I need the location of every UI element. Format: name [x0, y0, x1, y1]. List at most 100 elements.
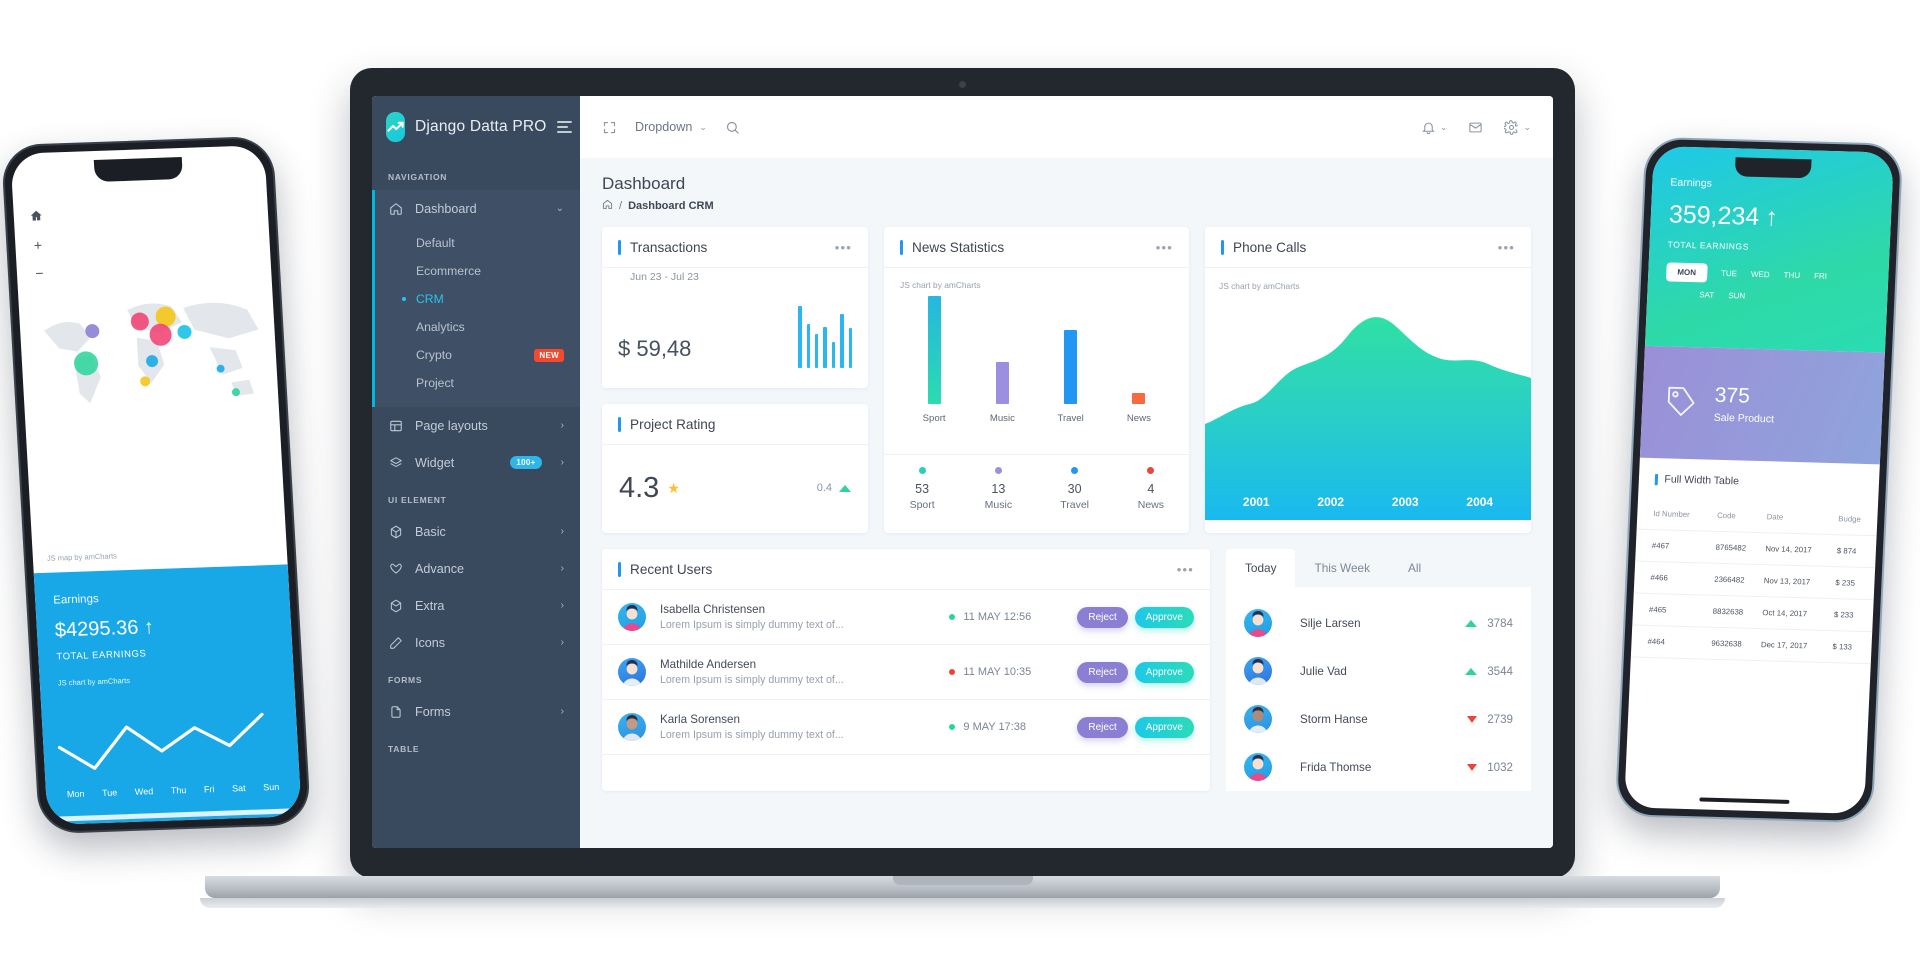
sidebar-item-basic[interactable]: Basic › [372, 513, 580, 550]
sidebar-item-page-layouts[interactable]: Page layouts › [372, 407, 580, 444]
tab-all[interactable]: All [1389, 549, 1440, 587]
row-actions: Reject Approve [1077, 716, 1194, 738]
layers-icon [388, 455, 403, 470]
settings-button[interactable]: ⌄ [1504, 119, 1531, 135]
table-row[interactable]: Karla Sorensen Lorem Ipsum is simply dum… [602, 700, 1210, 755]
day-chip-mon[interactable]: MON [1665, 262, 1708, 283]
list-item[interactable]: Frida Thomse 1032 [1226, 743, 1531, 791]
chevron-right-icon: › [560, 706, 564, 717]
legend-dot-music [994, 467, 1002, 474]
home-icon [388, 201, 403, 216]
more-icon[interactable]: ••• [1156, 241, 1173, 254]
approve-button[interactable]: Approve [1134, 661, 1194, 683]
more-icon[interactable]: ••• [835, 241, 852, 254]
day-chip-tue[interactable]: TUE [1721, 269, 1737, 278]
reject-button[interactable]: Reject [1077, 661, 1128, 683]
row-actions: Reject Approve [1077, 661, 1194, 683]
project-rating-header: Project Rating [602, 404, 868, 445]
transactions-amount: $ 59,48 [618, 336, 692, 361]
sidebar-item-label: Advance [415, 561, 465, 576]
sidebar-subitem-label: Ecommerce [416, 264, 482, 278]
earnings-amount: $4295.36 ↑ [54, 612, 273, 643]
sidebar-subitem-ecommerce[interactable]: Ecommerce [375, 257, 580, 285]
map-home-icon[interactable] [29, 209, 43, 225]
expand-icon[interactable] [602, 120, 617, 135]
sidebar-subitem-project[interactable]: Project [375, 369, 580, 397]
news-stat-music: 13 Music [960, 467, 1036, 511]
day-chip-sun[interactable]: SUN [1728, 291, 1745, 300]
user-time: 11 MAY 10:35 [949, 666, 1077, 678]
card-title: Project Rating [618, 417, 715, 432]
more-icon[interactable]: ••• [1498, 241, 1515, 254]
avatar [1244, 753, 1272, 781]
sidebar-subitem-analytics[interactable]: Analytics [375, 313, 580, 341]
cell-code: 2366482 [1713, 563, 1765, 597]
approve-button[interactable]: Approve [1134, 606, 1194, 628]
sidebar-item-label: Dashboard [415, 201, 477, 216]
home-indicator [1699, 797, 1790, 804]
timestamp: 11 MAY 10:35 [963, 666, 1032, 678]
day-chip-wed[interactable]: WED [1751, 270, 1770, 280]
user-desc: Lorem Ipsum is simply dummy text of... [660, 674, 844, 686]
sidebar-subitem-default[interactable]: Default [375, 229, 580, 257]
status-dot [949, 724, 956, 730]
sidebar-item-label: Widget [415, 455, 455, 470]
more-icon[interactable]: ••• [1177, 563, 1194, 576]
sidebar-item-dashboard[interactable]: Dashboard ⌄ [372, 190, 580, 227]
hamburger-icon[interactable] [556, 121, 572, 133]
earnings-line-chart [57, 712, 264, 770]
list-item[interactable]: Julie Vad 3544 [1226, 647, 1531, 695]
day-chip-fri[interactable]: FRI [1814, 271, 1827, 280]
reject-button[interactable]: Reject [1077, 716, 1128, 738]
home-icon[interactable] [602, 199, 613, 213]
star-icon: ★ [667, 479, 680, 496]
sidebar-item-forms[interactable]: Forms › [372, 693, 580, 730]
approve-button[interactable]: Approve [1134, 716, 1194, 738]
lead-value: 3544 [1487, 664, 1513, 678]
cell-date: Dec 17, 2017 [1760, 628, 1834, 663]
table-row[interactable]: Mathilde Andersen Lorem Ipsum is simply … [602, 645, 1210, 700]
sidebar-item-widget[interactable]: Widget 100+ › [372, 444, 580, 481]
lead-metric: 3784 [1465, 617, 1513, 630]
news-statistics-card: News Statistics ••• JS chart by amCharts… [884, 227, 1189, 533]
news-statistics-chart: JS chart by amCharts Sport Music Travel … [884, 268, 1189, 454]
map-zoom-in-icon[interactable]: + [33, 237, 42, 253]
tab-this-week[interactable]: This Week [1295, 549, 1389, 587]
reject-button[interactable]: Reject [1077, 606, 1128, 628]
day-chip-thu[interactable]: THU [1783, 271, 1800, 280]
status-dot [949, 614, 956, 620]
bar-label: Travel [1057, 413, 1084, 424]
sidebar-item-extra[interactable]: Extra › [372, 587, 580, 624]
dropdown-menu[interactable]: Dropdown ⌄ [635, 120, 707, 134]
tab-today[interactable]: Today [1226, 549, 1296, 587]
laptop-base-notch [892, 876, 1033, 885]
avatar [618, 713, 646, 741]
sidebar-subitem-crypto[interactable]: Crypto NEW [375, 341, 580, 369]
notifications-button[interactable]: ⌄ [1421, 120, 1447, 135]
laptop-screen: Django Datta PRO NAVIGATION Dashboard ⌄ … [372, 96, 1553, 848]
table-row[interactable]: Isabella Christensen Lorem Ipsum is simp… [602, 590, 1210, 645]
map-zoom-out-icon[interactable]: − [35, 265, 44, 281]
user-info: Isabella Christensen Lorem Ipsum is simp… [660, 603, 949, 631]
avatar [1244, 657, 1272, 685]
list-item[interactable]: Silje Larsen 3784 [1226, 599, 1531, 647]
nav-caption-ui-element: UI ELEMENT [388, 495, 447, 505]
sidebar-item-icons[interactable]: Icons › [372, 624, 580, 661]
map-controls[interactable]: + − [29, 209, 46, 281]
chart-credit: JS chart by amCharts [1219, 281, 1300, 291]
sidebar-subitem-crm[interactable]: CRM [375, 285, 580, 313]
sidebar-item-advance[interactable]: Advance › [372, 550, 580, 587]
search-icon[interactable] [725, 120, 740, 135]
cell-budge: $ 233 [1833, 598, 1874, 632]
list-item[interactable]: Storm Hanse 2739 [1226, 695, 1531, 743]
year-label: 2003 [1391, 495, 1419, 509]
chevron-down-icon: ⌄ [1523, 121, 1531, 132]
day-chip-sat[interactable]: SAT [1699, 290, 1714, 299]
brand[interactable]: Django Datta PRO [372, 96, 580, 158]
nav-caption-forms: FORMS [388, 675, 423, 685]
badge-new: NEW [534, 348, 564, 362]
user-time: 11 MAY 12:56 [949, 611, 1077, 623]
day-label: Tue [101, 787, 118, 798]
mail-icon[interactable] [1468, 120, 1483, 135]
card-title: Recent Users [618, 562, 712, 577]
